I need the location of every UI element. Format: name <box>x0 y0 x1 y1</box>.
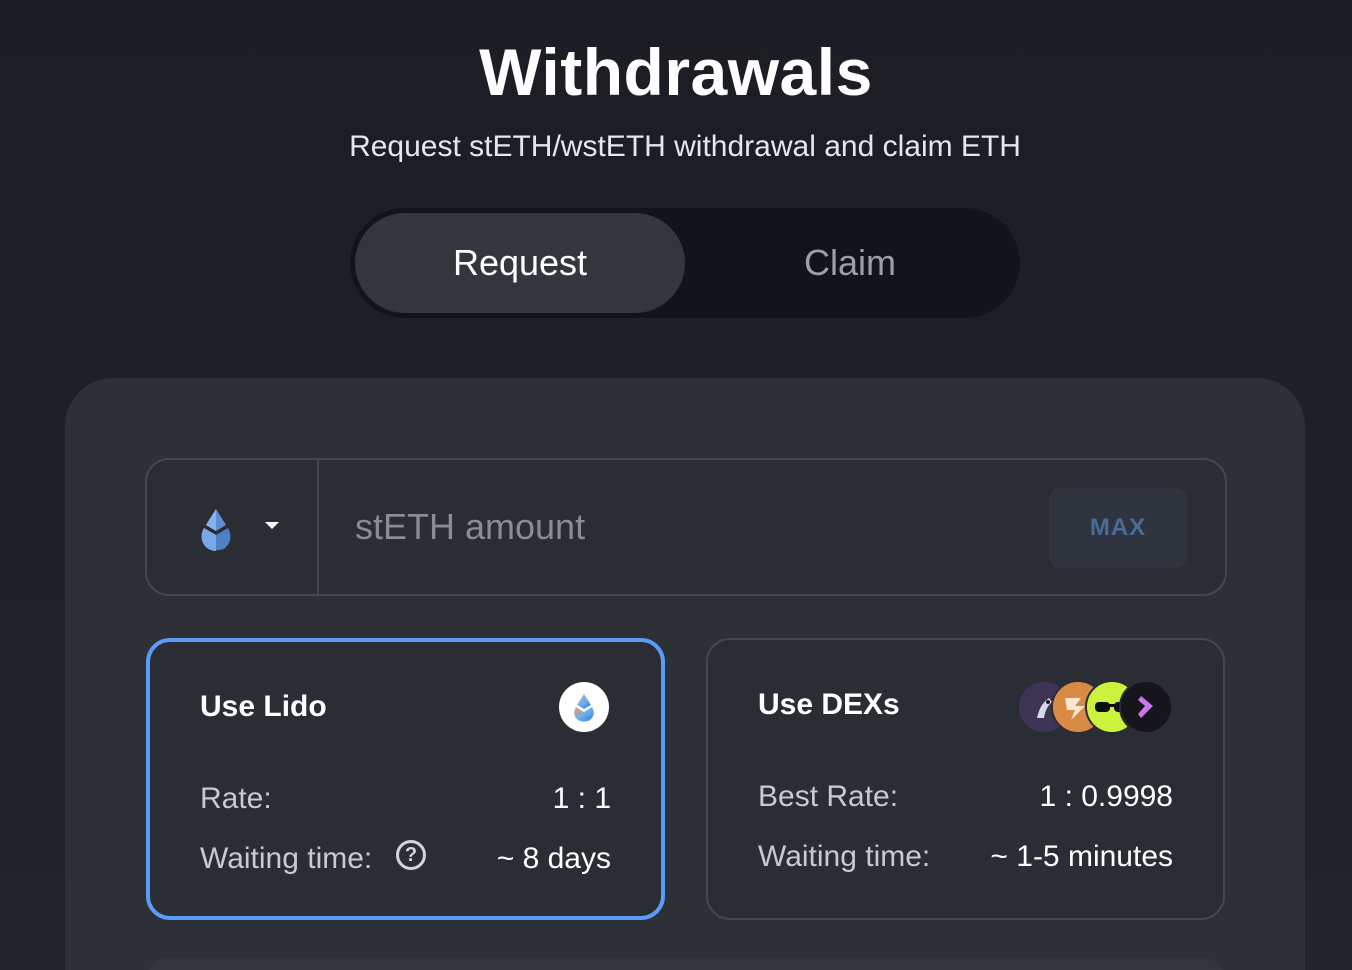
tab-request[interactable]: Request <box>355 213 685 313</box>
best-rate-value: 1 : 0.9998 <box>1039 780 1173 813</box>
lido-logo-icon <box>559 682 609 732</box>
tab-claim[interactable]: Claim <box>685 213 1015 313</box>
amount-input-row: MAX <box>145 458 1227 596</box>
chevron-down-icon <box>265 522 279 529</box>
next-section-edge <box>145 958 1227 970</box>
page-subtitle: Request stETH/wstETH withdrawal and clai… <box>349 130 1021 163</box>
steth-droplet-icon <box>201 509 231 551</box>
option-title: Use DEXs <box>758 688 900 721</box>
best-rate-label: Best Rate: <box>758 780 899 813</box>
rate-label: Rate: <box>200 782 272 815</box>
waiting-time-label: Waiting time: <box>758 840 931 873</box>
waiting-time-value: ~ 8 days <box>496 842 611 875</box>
page-title: Withdrawals <box>479 35 873 109</box>
waiting-time-value: ~ 1-5 minutes <box>990 840 1173 873</box>
help-question-icon[interactable]: ? <box>396 840 426 870</box>
use-lido-option[interactable]: Use Lido Rate: 1 : 1 Waiting time: ? ~ 8… <box>146 638 665 920</box>
option-title: Use Lido <box>200 690 327 723</box>
steth-amount-input[interactable] <box>337 490 1017 564</box>
dex-logos-group <box>1017 680 1173 734</box>
use-dexs-option[interactable]: Use DEXs Best Rate: 1: 0.9998 Waiting t… <box>706 638 1225 920</box>
request-claim-switch: Request Claim <box>350 208 1020 318</box>
waiting-time-label: Waiting time: <box>200 842 373 875</box>
token-select-dropdown[interactable] <box>147 460 319 594</box>
max-button[interactable]: MAX <box>1049 488 1187 568</box>
rate-value: 1 : 1 <box>552 782 611 815</box>
bebop-logo-icon <box>1119 680 1173 734</box>
